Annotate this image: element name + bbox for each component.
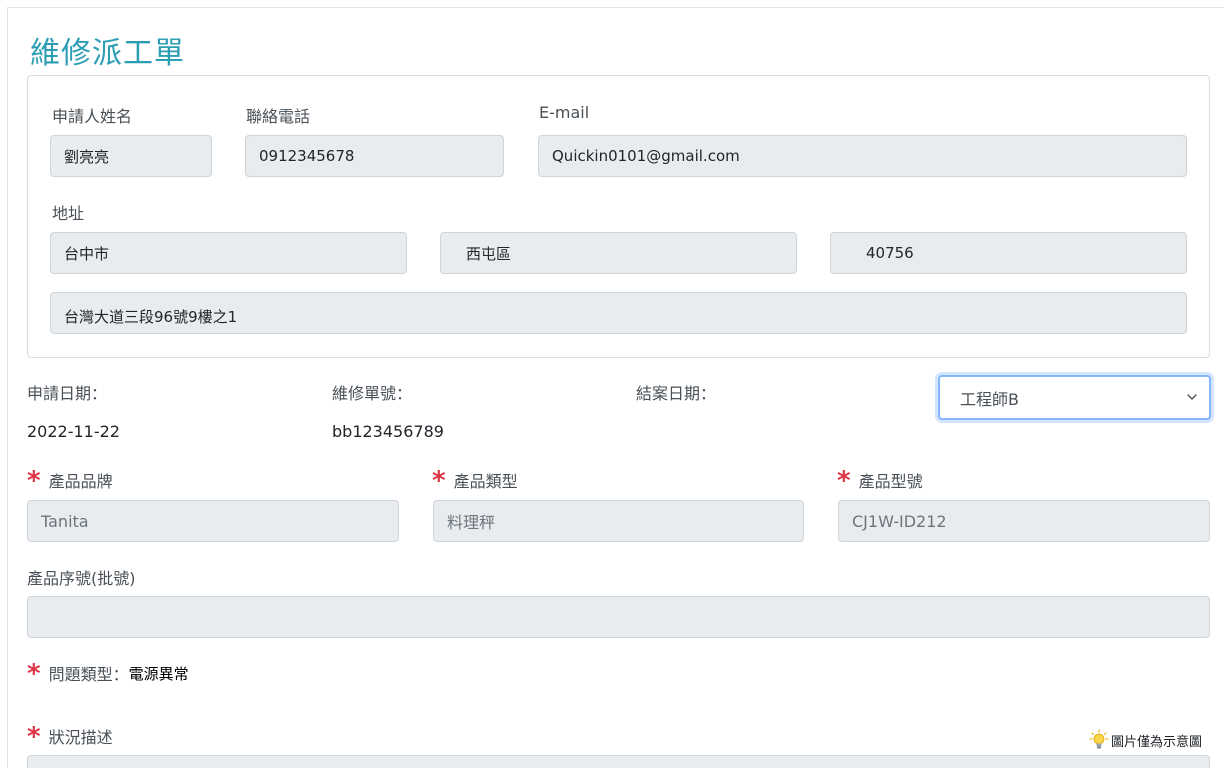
brand-label: 產品品牌	[48, 472, 113, 491]
problem-type-value: 電源異常	[128, 664, 189, 683]
description-label: 狀況描述	[48, 728, 113, 747]
model-label: 產品型號	[858, 472, 923, 491]
apply-date-label: 申請日期：	[27, 384, 108, 403]
lightbulb-icon	[1089, 729, 1109, 749]
type-label: 產品類型	[453, 472, 518, 491]
phone-label: 聯絡電話	[246, 107, 311, 126]
serial-field[interactable]	[27, 596, 1210, 638]
problem-type-label: 問題類型：	[48, 665, 129, 684]
chevron-down-icon	[1187, 394, 1197, 400]
asterisk-icon: *	[837, 466, 851, 496]
applicant-name-label: 申請人姓名	[52, 107, 133, 126]
type-field[interactable]: 料理秤	[433, 500, 804, 542]
model-field[interactable]: CJ1W-ID212	[838, 500, 1210, 542]
order-no-value: bb123456789	[332, 422, 444, 441]
problem-type-row: * 問題類型： 電源異常	[27, 659, 189, 689]
close-date-label: 結案日期：	[636, 384, 717, 403]
asterisk-icon: *	[432, 466, 446, 496]
apply-date-value: 2022-11-22	[27, 422, 120, 441]
email-field[interactable]: Quickin0101@gmail.com	[538, 135, 1187, 177]
email-label: E-mail	[539, 103, 590, 122]
brand-field[interactable]: Tanita	[27, 500, 399, 542]
phone-field[interactable]: 0912345678	[245, 135, 504, 177]
serial-label: 產品序號(批號)	[27, 569, 136, 588]
type-label-row: * 產品類型	[432, 466, 518, 496]
description-field[interactable]	[27, 755, 1210, 768]
district-field[interactable]: 西屯區	[440, 232, 797, 274]
asterisk-icon: *	[27, 466, 41, 496]
asterisk-icon: *	[27, 659, 41, 689]
city-field[interactable]: 台中市	[50, 232, 407, 274]
page-title: 維修派工單	[30, 36, 185, 71]
order-no-label: 維修單號：	[332, 384, 413, 403]
description-label-row: * 狀況描述	[27, 722, 113, 752]
image-note: 圖片僅為示意圖	[1089, 729, 1202, 751]
address-label: 地址	[52, 204, 85, 223]
zip-field[interactable]: 40756	[830, 232, 1187, 274]
brand-label-row: * 產品品牌	[27, 466, 113, 496]
model-label-row: * 產品型號	[837, 466, 923, 496]
applicant-name-field[interactable]: 劉亮亮	[50, 135, 212, 177]
engineer-select[interactable]: 工程師B	[938, 375, 1211, 420]
engineer-selected-value: 工程師B	[960, 389, 1019, 409]
street-field[interactable]: 台灣大道三段96號9樓之1	[50, 292, 1187, 334]
image-note-text: 圖片僅為示意圖	[1110, 734, 1202, 750]
asterisk-icon: *	[27, 722, 41, 752]
